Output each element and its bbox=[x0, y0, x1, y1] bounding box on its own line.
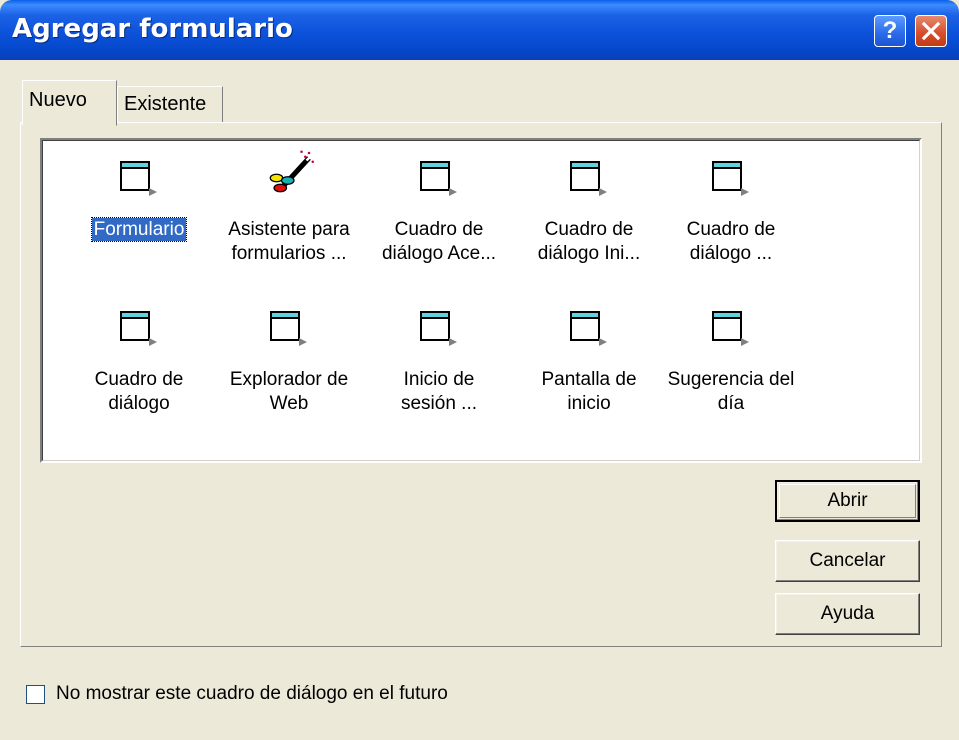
item-label: Pantalla de inicio bbox=[541, 369, 637, 414]
list-item-sugerencia-dia[interactable]: Sugerencia del día bbox=[656, 298, 806, 428]
form-icon bbox=[270, 311, 307, 346]
item-label: Explorador de Web bbox=[229, 369, 349, 414]
list-item-pantalla-inicio[interactable]: Pantalla de inicio bbox=[514, 298, 664, 428]
form-icon bbox=[420, 161, 457, 196]
item-label: Cuadro de diálogo Ace... bbox=[381, 219, 497, 264]
help-title-button[interactable]: ? bbox=[874, 15, 906, 47]
close-button[interactable] bbox=[915, 15, 947, 47]
cancel-button[interactable]: Cancelar bbox=[775, 540, 920, 582]
form-icon bbox=[712, 161, 749, 196]
wizard-icon bbox=[269, 150, 314, 193]
form-icon bbox=[570, 311, 607, 346]
add-form-dialog: Agregar formulario ? Nuevo Existente For… bbox=[0, 0, 959, 740]
item-label: Formulario bbox=[90, 217, 188, 242]
list-item-asistente[interactable]: Asistente para formularios ... bbox=[214, 148, 364, 278]
item-label: Sugerencia del día bbox=[667, 369, 795, 414]
help-button[interactable]: Ayuda bbox=[775, 593, 920, 635]
template-list[interactable]: Formulario Asistente para formularios ..… bbox=[40, 138, 922, 463]
tab-existente[interactable]: Existente bbox=[117, 86, 223, 122]
list-item-cuadro-acerca[interactable]: Cuadro de diálogo Ace... bbox=[364, 148, 514, 278]
list-item-formulario[interactable]: Formulario bbox=[64, 148, 214, 278]
item-label: Cuadro de diálogo bbox=[94, 369, 184, 414]
item-label: Asistente para formularios ... bbox=[228, 219, 350, 264]
list-item-inicio-sesion[interactable]: Inicio de sesión ... bbox=[364, 298, 514, 428]
title-bar[interactable]: Agregar formulario ? bbox=[0, 0, 959, 60]
list-item-cuadro-dialogo-ellipsis[interactable]: Cuadro de diálogo ... bbox=[656, 148, 806, 278]
open-button[interactable]: Abrir bbox=[775, 480, 920, 522]
list-item-cuadro-dialogo[interactable]: Cuadro de diálogo bbox=[64, 298, 214, 428]
item-label: Cuadro de diálogo Ini... bbox=[537, 219, 641, 264]
dont-show-checkbox[interactable] bbox=[26, 685, 45, 704]
tab-nuevo[interactable]: Nuevo bbox=[22, 80, 117, 126]
list-item-cuadro-inicio[interactable]: Cuadro de diálogo Ini... bbox=[514, 148, 664, 278]
form-icon bbox=[120, 311, 157, 346]
form-icon bbox=[570, 161, 607, 196]
item-label: Inicio de sesión ... bbox=[400, 369, 478, 414]
help-icon: ? bbox=[882, 17, 898, 44]
close-icon bbox=[921, 21, 941, 41]
form-icon bbox=[420, 311, 457, 346]
item-label: Cuadro de diálogo ... bbox=[686, 219, 776, 264]
list-item-explorador-web[interactable]: Explorador de Web bbox=[214, 298, 364, 428]
form-icon bbox=[712, 311, 749, 346]
form-icon bbox=[120, 161, 157, 196]
window-title: Agregar formulario bbox=[12, 14, 293, 44]
dont-show-label[interactable]: No mostrar este cuadro de diálogo en el … bbox=[56, 683, 448, 705]
